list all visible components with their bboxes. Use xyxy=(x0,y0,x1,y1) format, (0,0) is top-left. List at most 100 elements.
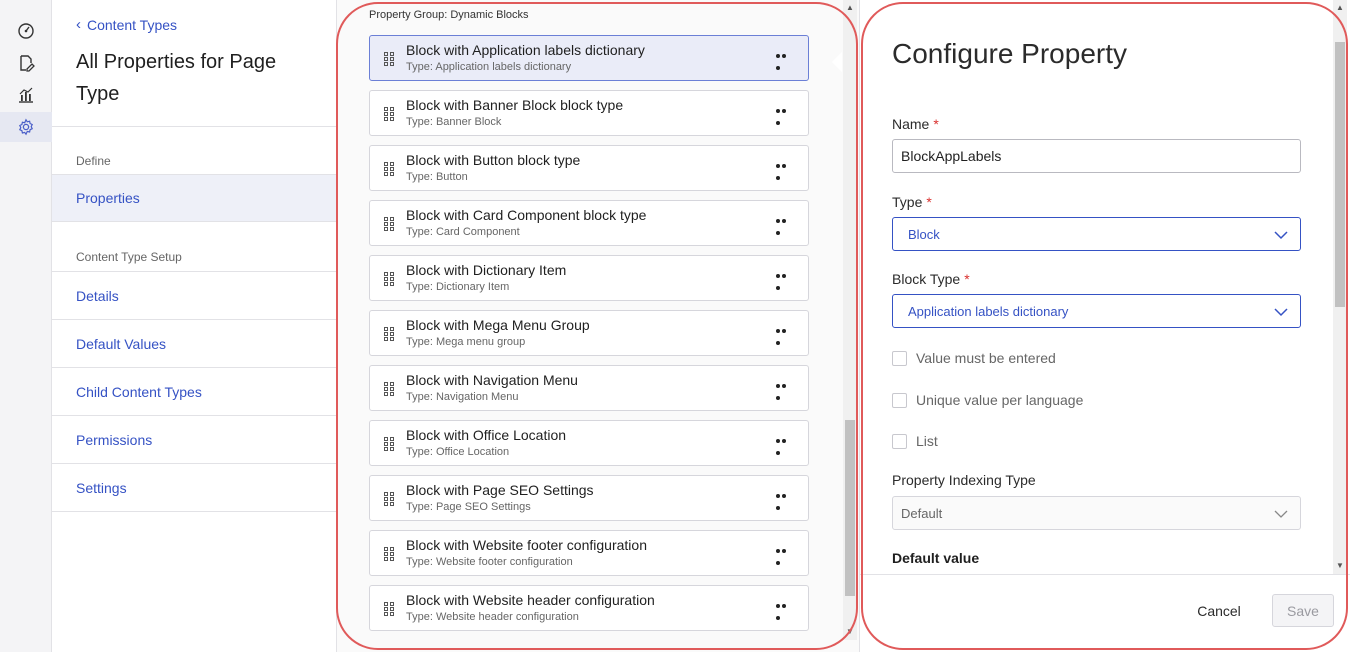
chevron-left-icon: ‹ xyxy=(76,16,81,33)
page-title: All Properties for Page Type xyxy=(76,51,277,105)
nav-item-label: Child Content Types xyxy=(76,383,202,400)
property-row[interactable]: Block with Dictionary Item Type: Dictiona… xyxy=(369,255,809,301)
property-row[interactable]: Block with Banner Block block type Type: … xyxy=(369,90,809,136)
property-name: Block with Mega Menu Group xyxy=(406,317,590,333)
property-type: Type: Card Component xyxy=(406,226,520,238)
checkbox-label: Unique value per language xyxy=(916,392,1084,408)
property-row[interactable]: Block with Website footer configuration T… xyxy=(369,530,809,576)
scroll-down-arrow-icon[interactable]: ▼ xyxy=(843,626,857,638)
drag-handle-icon[interactable] xyxy=(384,437,394,451)
property-row[interactable]: Block with Mega Menu Group Type: Mega men… xyxy=(369,310,809,356)
checkbox-box[interactable] xyxy=(892,433,907,449)
chevron-down-icon xyxy=(1274,510,1288,518)
property-row[interactable]: Block with Office Location Type: Office L… xyxy=(369,420,809,466)
content-type-nav: ‹ Content Types All Properties for Page … xyxy=(52,0,337,652)
indexing-type-select[interactable]: Default xyxy=(892,496,1301,530)
config-scrollbar-thumb[interactable] xyxy=(1335,42,1345,307)
drag-handle-icon[interactable] xyxy=(384,272,394,286)
drag-handle-icon[interactable] xyxy=(384,327,394,341)
more-options-icon[interactable] xyxy=(776,545,792,565)
more-options-icon[interactable] xyxy=(776,215,792,235)
type-label: Type * xyxy=(892,194,932,210)
list-scrollbar-thumb[interactable] xyxy=(845,420,855,596)
property-name: Block with Card Component block type xyxy=(406,207,647,223)
nav-item-label: Settings xyxy=(76,479,127,496)
required-marker: * xyxy=(926,194,932,210)
dashboard-gauge-icon[interactable] xyxy=(0,16,52,46)
property-row[interactable]: Block with Page SEO Settings Type: Page S… xyxy=(369,475,809,521)
property-row[interactable]: Block with Card Component block type Type… xyxy=(369,200,809,246)
nav-item-permissions[interactable]: Permissions xyxy=(52,416,337,464)
drag-handle-icon[interactable] xyxy=(384,382,394,396)
block-type-select[interactable]: Application labels dictionary xyxy=(892,294,1301,328)
nav-item-details[interactable]: Details xyxy=(52,272,337,320)
analytics-chart-icon[interactable] xyxy=(0,80,52,110)
property-type: Type: Banner Block xyxy=(406,116,502,128)
app-rail xyxy=(0,0,52,652)
back-link-label: Content Types xyxy=(87,17,178,33)
more-options-icon[interactable] xyxy=(776,600,792,620)
more-options-icon[interactable] xyxy=(776,435,792,455)
property-type: Type: Navigation Menu xyxy=(406,391,519,403)
indexing-type-value: Default xyxy=(901,505,943,521)
save-button[interactable]: Save xyxy=(1272,594,1334,627)
drag-handle-icon[interactable] xyxy=(384,52,394,66)
property-name: Block with Banner Block block type xyxy=(406,97,624,113)
nav-item-default-values[interactable]: Default Values xyxy=(52,320,337,368)
more-options-icon[interactable] xyxy=(776,50,792,70)
drag-handle-icon[interactable] xyxy=(384,217,394,231)
property-type: Type: Website footer configuration xyxy=(406,556,573,568)
required-marker: * xyxy=(964,271,970,287)
checkbox-box[interactable] xyxy=(892,350,907,366)
checkbox-label: List xyxy=(916,433,938,449)
scroll-up-arrow-icon[interactable]: ▲ xyxy=(843,2,857,14)
drag-handle-icon[interactable] xyxy=(384,602,394,616)
more-options-icon[interactable] xyxy=(776,380,792,400)
property-name: Block with Website header configuration xyxy=(406,592,655,608)
more-options-icon[interactable] xyxy=(776,270,792,290)
name-input[interactable] xyxy=(892,139,1301,173)
more-options-icon[interactable] xyxy=(776,325,792,345)
edit-document-icon[interactable] xyxy=(0,48,52,78)
property-name: Block with Dictionary Item xyxy=(406,262,567,278)
type-label-text: Type xyxy=(892,194,923,210)
drag-handle-icon[interactable] xyxy=(384,162,394,176)
chevron-down-icon xyxy=(1274,231,1288,240)
type-select[interactable]: Block xyxy=(892,217,1301,251)
property-group-label: Property Group: Dynamic Blocks xyxy=(369,9,529,21)
property-type: Type: Website header configuration xyxy=(406,611,579,623)
nav-item-label: Properties xyxy=(76,190,140,206)
checkbox-box[interactable] xyxy=(892,392,907,408)
block-type-label-text: Block Type xyxy=(892,271,961,287)
back-to-content-types-link[interactable]: ‹ Content Types xyxy=(76,17,177,33)
property-name: Block with Page SEO Settings xyxy=(406,482,594,498)
drag-handle-icon[interactable] xyxy=(384,107,394,121)
scroll-down-arrow-icon[interactable]: ▼ xyxy=(1333,560,1347,572)
settings-gear-icon[interactable] xyxy=(0,112,52,142)
property-row[interactable]: Block with Button block type Type: Button xyxy=(369,145,809,191)
property-row[interactable]: Block with Website header configuration T… xyxy=(369,585,809,631)
nav-item-child-content-types[interactable]: Child Content Types xyxy=(52,368,337,416)
more-options-icon[interactable] xyxy=(776,105,792,125)
property-name: Block with Application labels dictionary xyxy=(406,42,645,58)
property-row[interactable]: Block with Application labels dictionary… xyxy=(369,35,809,81)
scroll-up-arrow-icon[interactable]: ▲ xyxy=(1333,2,1347,14)
nav-item-properties[interactable]: Properties xyxy=(52,174,337,222)
property-list-panel: Property Group: Dynamic Blocks Block wit… xyxy=(337,0,860,652)
property-name: Block with Button block type xyxy=(406,152,581,168)
indexing-type-label: Property Indexing Type xyxy=(892,472,1036,488)
more-options-icon[interactable] xyxy=(776,490,792,510)
drag-handle-icon[interactable] xyxy=(384,547,394,561)
drag-handle-icon[interactable] xyxy=(384,492,394,506)
more-options-icon[interactable] xyxy=(776,160,792,180)
list-checkbox[interactable]: List xyxy=(892,433,938,449)
property-row[interactable]: Block with Navigation Menu Type: Navigati… xyxy=(369,365,809,411)
section-content-type-setup: Content Type Setup xyxy=(76,250,182,264)
cancel-button[interactable]: Cancel xyxy=(1182,596,1256,626)
unique-value-per-language-checkbox[interactable]: Unique value per language xyxy=(892,392,1083,408)
nav-item-settings[interactable]: Settings xyxy=(52,464,337,512)
name-label: Name * xyxy=(892,116,939,132)
property-name: Block with Navigation Menu xyxy=(406,372,578,388)
value-must-be-entered-checkbox[interactable]: Value must be entered xyxy=(892,350,1056,366)
property-type: Type: Page SEO Settings xyxy=(406,501,531,513)
